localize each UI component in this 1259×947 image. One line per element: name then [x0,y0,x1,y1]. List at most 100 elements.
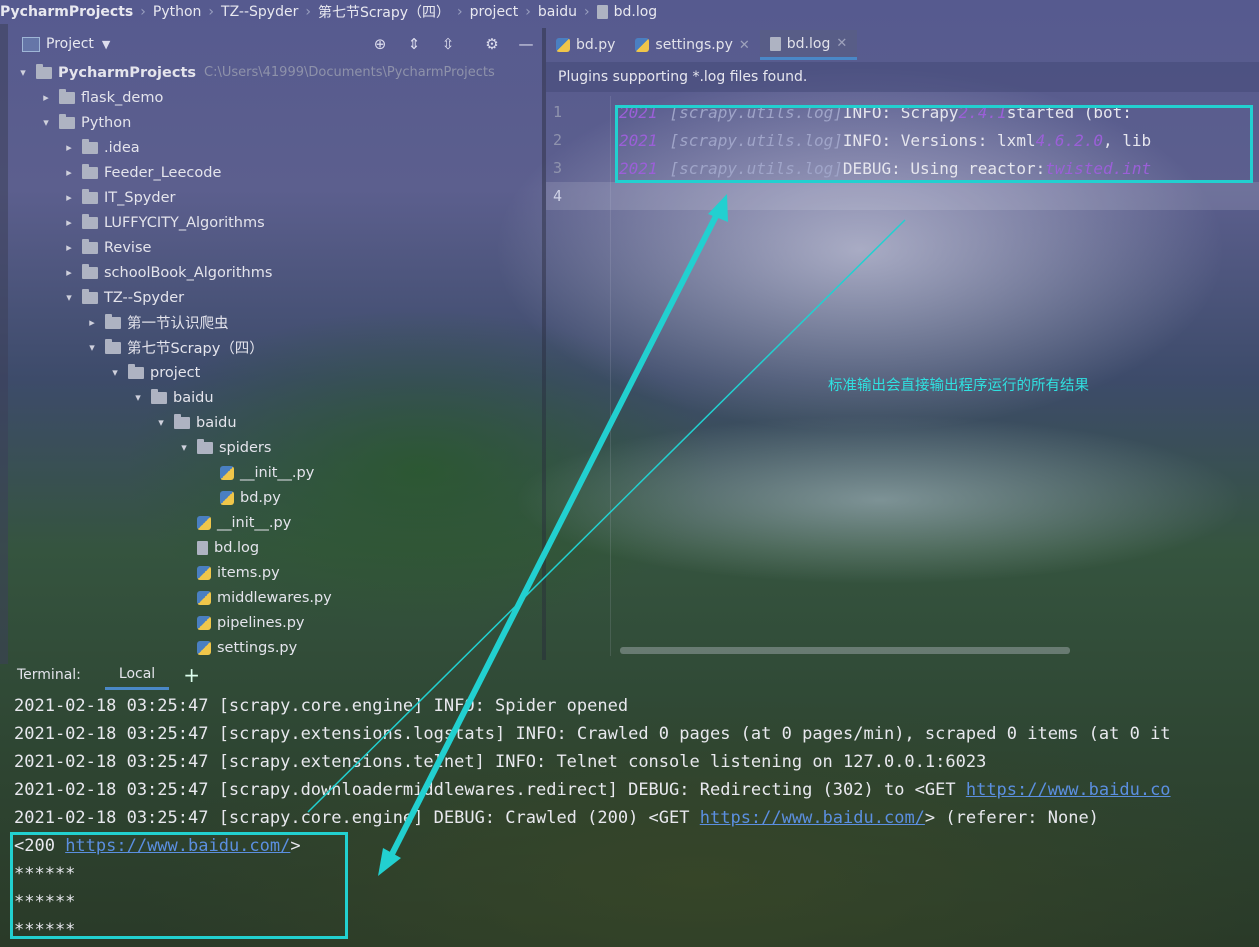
new-terminal-button[interactable]: + [183,663,200,687]
breadcrumb-separator: › [525,4,531,20]
terminal-text: 2021-02-18 03:25:47 [scrapy.extensions.t… [14,752,987,772]
breadcrumb-item[interactable]: TZ--Spyder [221,4,298,20]
breadcrumb-separator: › [457,4,463,20]
close-icon[interactable]: ✕ [836,36,847,51]
tree-item-label: __init__.py [217,514,292,531]
python-file-icon [197,515,211,530]
close-icon[interactable]: ✕ [739,38,750,53]
chevron-right-icon[interactable]: ▸ [62,166,76,179]
tree-item[interactable]: ▸ schoolBook_Algorithms [62,260,272,285]
tree-item[interactable]: ▾ baidu [154,410,237,435]
log-file-icon [769,36,781,51]
settings-icon[interactable]: ⚙ [482,35,502,53]
tab-settings-py[interactable]: settings.py ✕ [625,30,759,60]
terminal-link[interactable]: https://www.baidu.com/ [700,808,925,828]
breadcrumb-label: baidu [537,4,577,20]
terminal-highlight-box [10,832,348,939]
tree-item[interactable]: bd.py [200,485,281,510]
tree-item[interactable]: ▾ PycharmProjects C:\Users\41999\Documents… [16,60,495,85]
tree-item[interactable]: ▸ Revise [62,235,151,260]
tree-item-label: schoolBook_Algorithms [104,264,273,281]
terminal-line: 2021-02-18 03:25:47 [scrapy.core.engine]… [14,804,1099,832]
tree-item[interactable]: items.py [177,560,280,585]
breadcrumb-item[interactable]: 第七节Scrapy（四） [318,2,450,22]
breadcrumb-item[interactable]: Python [153,4,202,20]
tree-item[interactable]: ▸ .idea [62,135,140,160]
terminal-line: 2021-02-18 03:25:47 [scrapy.extensions.t… [14,748,986,776]
chevron-down-icon[interactable]: ▾ [62,291,76,304]
python-file-icon [556,38,570,52]
tree-item[interactable]: ▾ TZ--Spyder [62,285,184,310]
tree-item[interactable]: bd.log [177,535,259,560]
chevron-down-icon[interactable]: ▾ [85,341,99,354]
project-view-icon [22,36,40,52]
chevron-right-icon[interactable]: ▸ [62,266,76,279]
chevron-down-icon[interactable]: ▾ [154,416,168,429]
chevron-down-icon[interactable]: ▾ [16,66,30,79]
expand-all-icon[interactable]: ⇕ [404,35,424,53]
tab-bd-log[interactable]: bd.log ✕ [759,30,858,60]
chevron-right-icon[interactable]: ▸ [62,191,76,204]
python-file-icon [220,490,234,505]
plugin-banner-text: Plugins supporting *.log files found. [558,69,808,85]
tree-item[interactable]: ▸ IT_Spyder [62,185,175,210]
tab-bd-py[interactable]: bd.py [546,30,625,60]
tree-item-label: bd.py [240,489,281,506]
terminal-label: Terminal: [17,667,81,683]
chevron-down-icon[interactable]: ▾ [131,391,145,404]
terminal-text: 2021-02-18 03:25:47 [scrapy.core.engine]… [14,696,629,716]
chevron-down-icon[interactable]: ▼ [102,38,110,51]
folder-icon [59,88,75,104]
breadcrumb-item[interactable]: baidu [538,4,577,20]
tree-item[interactable]: pipelines.py [177,610,304,635]
tree-item[interactable]: __init__.py [177,510,291,535]
tree-item-label: spiders [219,439,272,456]
tree-item[interactable]: middlewares.py [177,585,332,610]
plugin-banner[interactable]: Plugins supporting *.log files found. [546,62,1259,92]
chevron-right-icon[interactable]: ▸ [62,216,76,229]
python-file-icon [197,615,211,630]
folder-icon [59,113,75,129]
tree-item[interactable]: ▾ spiders [177,435,271,460]
tree-item[interactable]: ▾ project [108,360,200,385]
minimize-icon[interactable]: — [516,35,536,53]
tree-item[interactable]: ▸ flask_demo [39,85,163,110]
python-file-icon [197,640,211,655]
breadcrumb-item[interactable]: bd.log [596,4,657,20]
tree-item[interactable]: ▸ Feeder_Leecode [62,160,221,185]
tab-label: settings.py [655,37,733,53]
project-view-title[interactable]: Project [46,36,94,52]
terminal-line: 2021-02-18 03:25:47 [scrapy.extensions.l… [14,720,1171,748]
breadcrumb-separator: › [583,4,590,20]
chevron-down-icon[interactable]: ▾ [108,366,122,379]
tree-item[interactable]: ▾ baidu [131,385,214,410]
tree-item[interactable]: settings.py [177,635,297,660]
editor-horizontal-scrollbar[interactable] [620,647,1070,654]
annotation-text: 标准输出会直接输出程序运行的所有结果 [828,378,1089,394]
folder-icon [105,313,121,329]
chevron-right-icon[interactable]: ▸ [62,141,76,154]
chevron-down-icon[interactable]: ▾ [177,441,191,454]
tree-item[interactable]: ▸ LUFFYCITY_Algorithms [62,210,265,235]
tree-item[interactable]: ▸ 第一节认识爬虫 [85,310,229,335]
tree-item[interactable]: ▾ Python [39,110,131,135]
chevron-right-icon[interactable]: ▸ [39,91,53,104]
chevron-down-icon[interactable]: ▾ [39,116,53,129]
breadcrumb-item[interactable]: PycharmProjects [0,4,133,20]
breadcrumb-separator: › [208,4,215,20]
tree-item-label: 第七节Scrapy（四） [127,341,264,357]
terminal-tab-local[interactable]: Local [104,660,170,690]
breadcrumb-item[interactable]: project [470,4,519,20]
chevron-right-icon[interactable]: ▸ [62,241,76,254]
chevron-right-icon[interactable]: ▸ [85,316,99,329]
tree-item[interactable]: __init__.py [200,460,314,485]
terminal-link[interactable]: https://www.baidu.co [966,780,1171,800]
tree-item[interactable]: ▾ 第七节Scrapy（四） [85,335,264,360]
folder-icon [82,163,98,179]
folder-icon [82,238,98,254]
tree-item-label: middlewares.py [217,589,332,606]
collapse-all-icon[interactable]: ⇳ [438,35,458,53]
python-file-icon [220,465,234,480]
project-tree: ▾ PycharmProjects C:\Users\41999\Documents… [0,60,542,660]
locate-icon[interactable]: ⊕ [370,35,390,53]
